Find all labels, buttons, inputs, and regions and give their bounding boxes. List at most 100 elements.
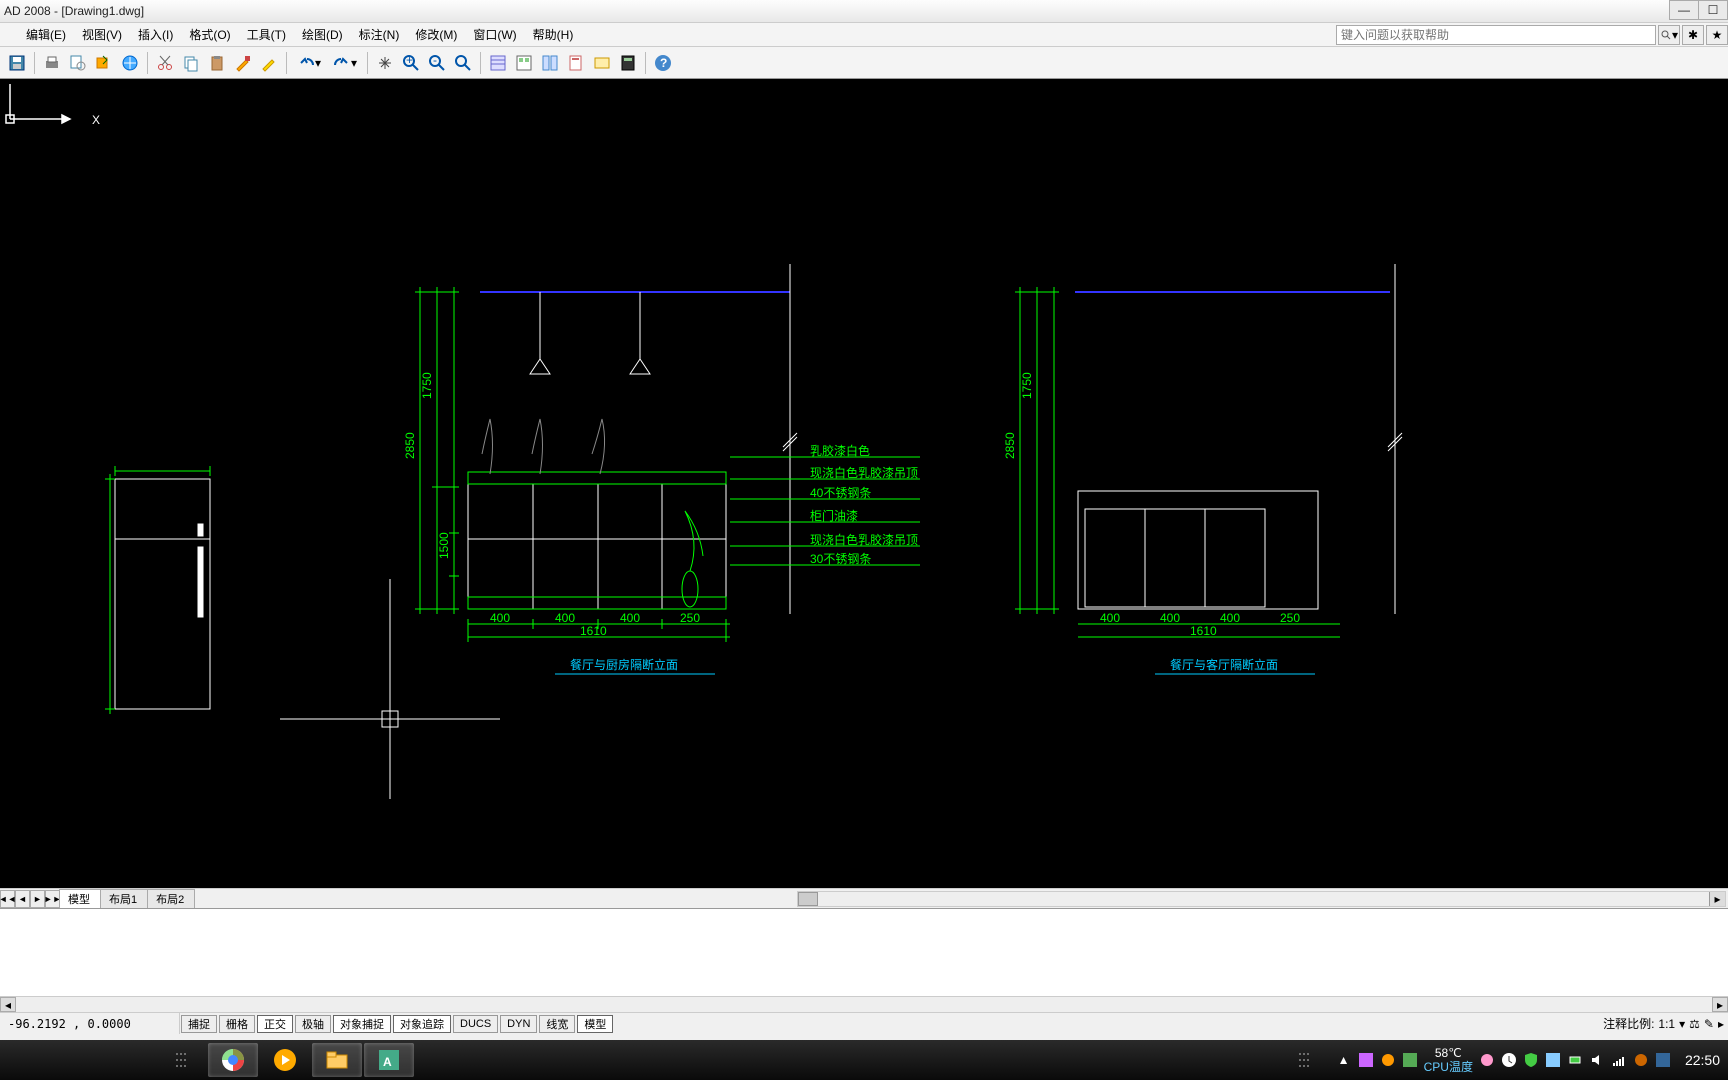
cpu-temp-widget[interactable]: 58℃ CPU温度 xyxy=(1424,1046,1473,1075)
format-painter-icon[interactable] xyxy=(256,50,282,76)
cut-icon[interactable] xyxy=(152,50,178,76)
taskbar-clock[interactable]: 22:50 xyxy=(1685,1052,1720,1068)
dim-text: 1750 xyxy=(420,372,434,399)
menu-bar: 编辑(E) 视图(V) 插入(I) 格式(O) 工具(T) 绘图(D) 标注(N… xyxy=(0,23,1728,47)
taskbar-grip-icon xyxy=(156,1043,206,1077)
taskbar-autocad-icon[interactable]: A xyxy=(364,1043,414,1077)
tray-app2-icon[interactable] xyxy=(1380,1052,1396,1068)
menu-window[interactable]: 窗口(W) xyxy=(465,23,524,46)
taskbar-explorer-icon[interactable] xyxy=(312,1043,362,1077)
tab-layout1[interactable]: 布局1 xyxy=(100,889,148,908)
zoom-realtime-icon[interactable]: + xyxy=(398,50,424,76)
toggle-grid[interactable]: 栅格 xyxy=(219,1015,255,1033)
menu-modify[interactable]: 修改(M) xyxy=(407,23,465,46)
tray-app6-icon[interactable] xyxy=(1655,1052,1671,1068)
print-preview-icon[interactable] xyxy=(65,50,91,76)
star-icon[interactable]: ★ xyxy=(1706,25,1728,45)
system-tray: ▲ 58℃ CPU温度 22:50 xyxy=(872,1043,1728,1077)
drawing-canvas[interactable]: 2850 1750 1500 xyxy=(0,79,1728,888)
annotation-autoscale-icon[interactable]: ✎ xyxy=(1704,1017,1714,1031)
annotation: 乳胶漆白色 xyxy=(810,443,870,458)
help-search-input[interactable] xyxy=(1336,25,1656,45)
drawing-title-1: 餐厅与厨房隔断立面 xyxy=(570,657,678,672)
tool-palettes-icon[interactable] xyxy=(537,50,563,76)
tab-layout2[interactable]: 布局2 xyxy=(147,889,195,908)
annotation-visibility-icon[interactable]: ⚖ xyxy=(1689,1017,1700,1031)
redo-icon[interactable]: ▾ xyxy=(327,50,363,76)
command-scrollbar[interactable]: ◂▸ xyxy=(0,996,1728,1012)
menu-help[interactable]: 帮助(H) xyxy=(525,23,582,46)
calculator-icon[interactable] xyxy=(615,50,641,76)
tab-nav-prev[interactable]: ◄ xyxy=(15,890,30,908)
svg-text:X: X xyxy=(92,113,100,127)
annotation: 30不锈钢条 xyxy=(810,552,871,566)
menu-tools[interactable]: 工具(T) xyxy=(239,23,294,46)
toggle-model[interactable]: 模型 xyxy=(577,1015,613,1033)
tray-shield-icon[interactable] xyxy=(1523,1052,1539,1068)
menu-insert[interactable]: 插入(I) xyxy=(130,23,181,46)
tray-network-icon[interactable] xyxy=(1611,1052,1627,1068)
zoom-previous-icon[interactable] xyxy=(450,50,476,76)
taskbar-media-icon[interactable] xyxy=(260,1043,310,1077)
menu-draw[interactable]: 绘图(D) xyxy=(294,23,351,46)
toggle-dyn[interactable]: DYN xyxy=(500,1015,537,1033)
tray-app5-icon[interactable] xyxy=(1633,1052,1649,1068)
markup-icon[interactable] xyxy=(589,50,615,76)
tray-up-icon[interactable]: ▲ xyxy=(1336,1052,1352,1068)
save-icon[interactable] xyxy=(4,50,30,76)
maximize-button[interactable]: ☐ xyxy=(1698,0,1728,20)
annotation-scale-dropdown-icon[interactable]: ▾ xyxy=(1679,1017,1685,1031)
design-center-icon[interactable] xyxy=(511,50,537,76)
horizontal-scrollbar[interactable]: ▸ xyxy=(797,891,1726,907)
zoom-window-icon[interactable]: - xyxy=(424,50,450,76)
taskbar-browser-icon[interactable] xyxy=(208,1043,258,1077)
tab-model[interactable]: 模型 xyxy=(59,889,101,908)
tab-nav-first[interactable]: ◄◄ xyxy=(0,890,15,908)
dim-text: 1500 xyxy=(437,532,451,559)
tray-volume-icon[interactable] xyxy=(1589,1052,1605,1068)
toggle-polar[interactable]: 极轴 xyxy=(295,1015,331,1033)
annotation-scale-value[interactable]: 1:1 xyxy=(1658,1017,1675,1031)
toggle-snap[interactable]: 捕捉 xyxy=(181,1015,217,1033)
tray-notification-icon[interactable] xyxy=(1501,1052,1517,1068)
svg-text:1610: 1610 xyxy=(1190,624,1217,638)
toggle-ortho[interactable]: 正交 xyxy=(257,1015,293,1033)
print-icon[interactable] xyxy=(39,50,65,76)
toggle-osnap[interactable]: 对象捕捉 xyxy=(333,1015,391,1033)
tray-app4-icon[interactable] xyxy=(1545,1052,1561,1068)
annotation: 柜门油漆 xyxy=(810,508,858,523)
minimize-button[interactable]: — xyxy=(1669,0,1699,20)
globe-icon[interactable]: ✱ xyxy=(1682,25,1704,45)
paste-icon[interactable] xyxy=(204,50,230,76)
copy-icon[interactable] xyxy=(178,50,204,76)
menu-edit[interactable]: 编辑(E) xyxy=(18,23,74,46)
menu-dimension[interactable]: 标注(N) xyxy=(351,23,408,46)
search-dropdown-button[interactable]: ▾ xyxy=(1658,25,1680,45)
svg-text:?: ? xyxy=(660,56,667,70)
sheet-set-icon[interactable] xyxy=(563,50,589,76)
windows-taskbar: A ▲ 58℃ CPU温度 22:50 xyxy=(0,1040,1728,1080)
menu-format[interactable]: 格式(O) xyxy=(181,23,238,46)
svg-text:1610: 1610 xyxy=(580,624,607,638)
command-line-area[interactable] xyxy=(0,908,1728,996)
status-tray-icon[interactable]: ▸ xyxy=(1718,1017,1724,1031)
help-icon[interactable]: ? xyxy=(650,50,676,76)
publish-icon[interactable] xyxy=(91,50,117,76)
tray-flower-icon[interactable] xyxy=(1479,1052,1495,1068)
properties-icon[interactable] xyxy=(485,50,511,76)
toggle-otrack[interactable]: 对象追踪 xyxy=(393,1015,451,1033)
match-properties-icon[interactable] xyxy=(230,50,256,76)
undo-icon[interactable]: ▾ xyxy=(291,50,327,76)
toggle-ducs[interactable]: DUCS xyxy=(453,1015,498,1033)
start-button[interactable] xyxy=(0,1040,45,1080)
menu-file[interactable] xyxy=(2,32,18,38)
cpu-temp-value: 58℃ xyxy=(1424,1046,1473,1060)
globe-publish-icon[interactable] xyxy=(117,50,143,76)
tab-nav-last[interactable]: ►► xyxy=(45,890,60,908)
toggle-lwt[interactable]: 线宽 xyxy=(539,1015,575,1033)
pan-icon[interactable] xyxy=(372,50,398,76)
menu-view[interactable]: 视图(V) xyxy=(74,23,130,46)
tray-app1-icon[interactable] xyxy=(1358,1052,1374,1068)
tray-app3-icon[interactable] xyxy=(1402,1052,1418,1068)
tray-power-icon[interactable] xyxy=(1567,1052,1583,1068)
